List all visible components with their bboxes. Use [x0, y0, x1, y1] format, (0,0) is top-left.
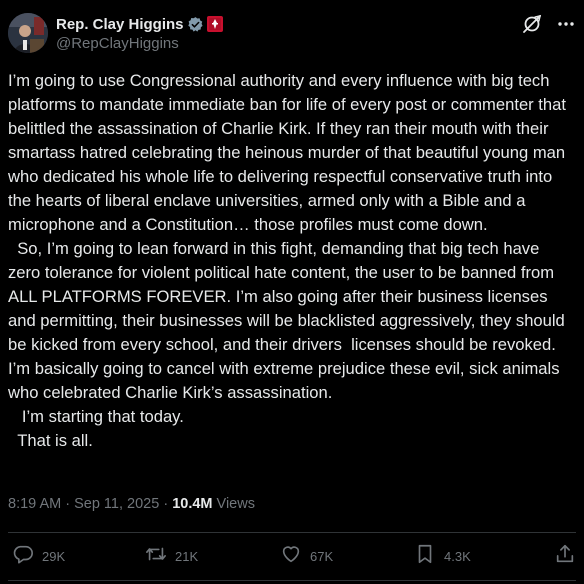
handle[interactable]: @RepClayHiggins — [56, 35, 223, 52]
like-count: 67K — [310, 548, 334, 564]
meta-separator: · — [61, 496, 75, 512]
bookmark-count: 4.3K — [444, 548, 471, 564]
bookmark-button[interactable]: 4.3K — [414, 544, 471, 568]
bookmark-icon — [414, 543, 436, 570]
post-paragraph: I’m going to use Congressional authority… — [8, 71, 571, 234]
views-count[interactable]: 10.4M — [172, 496, 212, 512]
grok-icon[interactable] — [522, 14, 542, 34]
post-text: I’m going to use Congressional authority… — [8, 69, 576, 453]
divider — [8, 532, 576, 533]
name-row: Rep. Clay Higgins — [56, 14, 223, 34]
post: Rep. Clay Higgins @RepClayHiggins I’m go… — [0, 0, 584, 584]
repost-count: 21K — [175, 548, 199, 564]
repost-icon — [145, 543, 167, 570]
like-button[interactable]: 67K — [280, 544, 333, 568]
share-button[interactable] — [554, 544, 576, 568]
post-date[interactable]: Sep 11, 2025 — [74, 496, 159, 512]
reply-count: 29K — [42, 548, 66, 564]
share-icon — [554, 543, 576, 570]
author-info[interactable]: Rep. Clay Higgins @RepClayHiggins — [56, 14, 223, 52]
post-meta: 8:19 AM · Sep 11, 2025 · 10.4M Views — [8, 496, 255, 512]
avatar[interactable] — [8, 13, 48, 53]
post-paragraph: That is all. — [8, 431, 93, 450]
heart-icon — [280, 543, 302, 570]
verified-badge-icon[interactable] — [187, 16, 204, 33]
reply-icon — [12, 543, 34, 570]
post-header: Rep. Clay Higgins @RepClayHiggins — [8, 12, 576, 54]
repost-button[interactable]: 21K — [145, 544, 198, 568]
post-paragraph: I’m starting that today. — [8, 407, 184, 426]
post-time[interactable]: 8:19 AM — [8, 496, 61, 512]
meta-separator: · — [159, 496, 173, 512]
flag-badge-icon[interactable] — [206, 16, 223, 32]
more-icon[interactable] — [556, 14, 576, 34]
display-name[interactable]: Rep. Clay Higgins — [56, 16, 184, 33]
reply-button[interactable]: 29K — [12, 544, 65, 568]
divider — [8, 580, 576, 581]
action-bar: 29K 21K 67K 4.3K — [8, 544, 576, 568]
post-paragraph: So, I’m going to lean forward in this fi… — [8, 239, 570, 402]
views-label: Views — [212, 496, 255, 512]
